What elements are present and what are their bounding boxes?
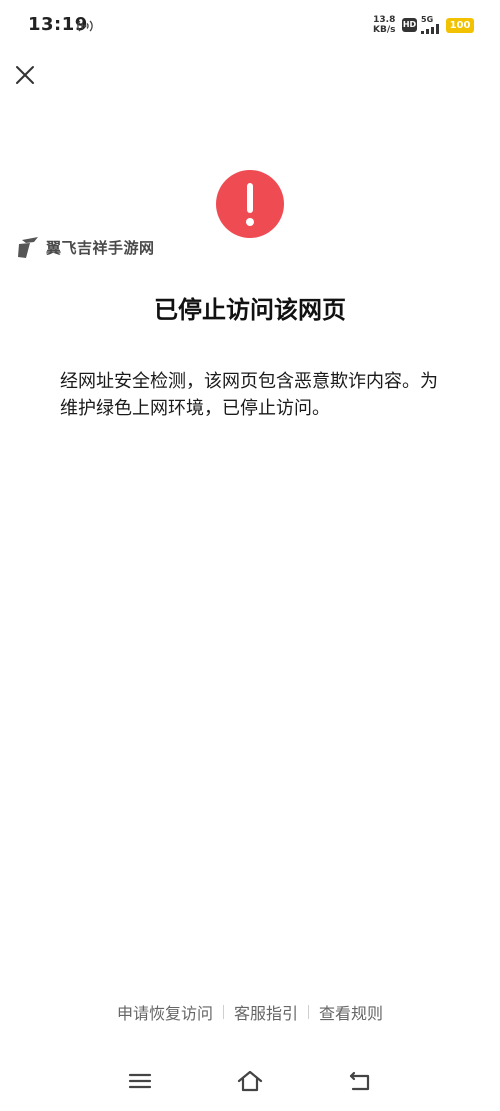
battery-indicator: 100 — [446, 18, 474, 33]
speed-value: 13.8 — [373, 15, 396, 25]
hotspot-icon — [77, 20, 93, 32]
block-description: 经网址安全检测，该网页包含恶意欺诈内容。为维护绿色上网环境，已停止访问。 — [60, 371, 438, 419]
customer-service-link[interactable]: 客服指引 — [230, 1000, 302, 1024]
exclamation-dot — [246, 218, 254, 226]
home-icon[interactable] — [236, 1068, 264, 1094]
signal-bars-icon — [421, 24, 439, 34]
exclamation-circle-icon — [216, 170, 284, 238]
request-restore-link[interactable]: 申请恢复访问 — [113, 1000, 217, 1024]
footer-links: 申请恢复访问 客服指引 查看规则 — [0, 1000, 500, 1024]
close-icon[interactable] — [12, 62, 38, 88]
watermark-logo-icon — [18, 237, 38, 258]
exclamation-bar — [247, 183, 253, 213]
menu-icon[interactable] — [126, 1068, 154, 1094]
navigation-bar — [0, 1060, 500, 1104]
network-speed: 13.8 KB/s — [373, 15, 395, 35]
status-bar: 13:19 13.8 KB/s HD 5G 100 — [0, 0, 500, 50]
back-icon[interactable] — [346, 1068, 374, 1094]
hd-badge: HD — [402, 18, 417, 32]
divider — [222, 1005, 224, 1019]
screen: 13:19 13.8 KB/s HD 5G 100 翼飞吉祥手游网 已停止访问该… — [0, 0, 500, 1111]
view-rules-link[interactable]: 查看规则 — [315, 1000, 387, 1024]
watermark: 翼飞吉祥手游网 — [16, 232, 155, 262]
watermark-text: 翼飞吉祥手游网 — [46, 238, 155, 257]
network-type: 5G — [421, 15, 434, 24]
page-title: 已停止访问该网页 — [154, 296, 346, 324]
divider — [308, 1005, 309, 1019]
speed-unit: KB/s — [373, 25, 396, 35]
